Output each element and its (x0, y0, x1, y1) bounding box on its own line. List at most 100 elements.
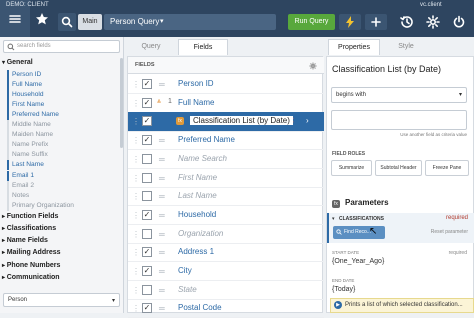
freeze-pane-button[interactable]: Freeze Pane (425, 160, 469, 176)
checkbox[interactable]: ✓ (142, 303, 152, 314)
sidebar-item[interactable]: First Name (7, 100, 119, 111)
summarize-button[interactable]: Summarize (331, 160, 372, 176)
sort-icon[interactable]: ═ (159, 80, 165, 89)
find-records-label: Find Reco... (344, 229, 371, 235)
sidebar-item[interactable]: Person ID (7, 70, 119, 80)
sort-icon[interactable]: ═ (159, 286, 165, 295)
add-button[interactable] (365, 14, 387, 30)
sidebar-item[interactable]: Preferred Name (7, 110, 119, 121)
search-fields-input[interactable]: search fields (3, 40, 120, 53)
checkbox[interactable] (142, 284, 152, 295)
sidebar-item[interactable]: Name Prefix (7, 140, 119, 151)
checkbox[interactable]: ✓ (142, 116, 152, 127)
field-label[interactable]: State (178, 285, 197, 294)
reset-parameter-link[interactable]: Reset parameter (431, 229, 468, 235)
field-label[interactable]: Preferred Name (178, 135, 235, 144)
subtotal-header-button[interactable]: Subtotal Header (375, 160, 422, 176)
sort-icon[interactable]: ⩓ (157, 98, 161, 106)
run-query-button[interactable]: Run Query (288, 14, 335, 30)
checkbox[interactable] (142, 172, 152, 183)
sort-icon[interactable]: ═ (159, 211, 165, 220)
checkbox[interactable]: ✓ (142, 79, 152, 89)
field-label[interactable]: Address 1 (178, 247, 214, 256)
search-button[interactable] (58, 13, 76, 31)
sidebar-scrollbar[interactable] (120, 58, 123, 148)
settings-button[interactable] (422, 12, 444, 32)
checkbox[interactable]: ✓ (142, 247, 152, 258)
sidebar-item[interactable]: Household (7, 90, 119, 101)
field-row[interactable]: ⋮⋮ ✓ ═ Postal Code (128, 299, 324, 318)
checkbox[interactable] (142, 191, 152, 202)
checkbox[interactable]: ✓ (142, 266, 152, 276)
end-date-value[interactable]: {Today} (332, 286, 355, 293)
logout-button[interactable] (448, 12, 470, 32)
sidebar-item[interactable]: Full Name (7, 80, 119, 91)
field-label[interactable]: City (178, 266, 192, 275)
query-selector[interactable]: Person Query ▾ (104, 14, 276, 30)
field-row[interactable]: ⋮⋮ ✓ ═ Person ID (128, 75, 324, 94)
field-row[interactable]: ⋮⋮ ✓ ⩓ 1 Full Name (128, 94, 324, 113)
operator-select[interactable]: begins with ▾ (331, 87, 467, 103)
sidebar-item[interactable]: Notes (7, 190, 119, 201)
field-row[interactable]: ⋮⋮ ✓ ═ Preferred Name (128, 131, 324, 151)
field-row[interactable]: ⋮⋮ ═ Organization (128, 225, 324, 244)
sidebar-group[interactable]: ▸ Name Fields (2, 237, 48, 244)
start-date-value[interactable]: {One_Year_Ago} (332, 258, 384, 265)
action-button[interactable] (339, 14, 361, 30)
field-row[interactable]: ⋮⋮ ✓ ═ City (128, 262, 324, 281)
field-label[interactable]: First Name (178, 173, 217, 182)
sidebar-item[interactable]: Maiden Name (7, 130, 119, 141)
sidebar-item[interactable]: Name Suffix (7, 150, 119, 161)
field-label[interactable]: Classification List (by Date) (190, 116, 293, 126)
tab-query[interactable]: Query (127, 39, 175, 55)
checkbox[interactable]: ✓ (142, 209, 152, 220)
sort-icon[interactable]: ═ (159, 230, 165, 239)
tab-properties[interactable]: Properties (328, 39, 380, 55)
main-tab[interactable]: Main (78, 14, 102, 30)
sort-icon[interactable]: ═ (159, 136, 165, 145)
field-row[interactable]: ⋮⋮✓fx✕›Classification List (by Date) (128, 112, 324, 133)
sidebar-group[interactable]: ▸ Phone Numbers (2, 262, 60, 269)
sidebar-item[interactable]: Email 1 (7, 170, 119, 181)
field-row[interactable]: ⋮⋮ ✓ ═ Address 1 (128, 243, 324, 263)
field-label[interactable]: Household (178, 210, 216, 219)
sidebar-group[interactable]: ▸ Communication (2, 274, 60, 281)
sort-icon[interactable]: ═ (159, 304, 165, 313)
sidebar-group[interactable]: ▸ Mailing Address (2, 249, 61, 256)
field-label[interactable]: Person ID (178, 79, 214, 88)
sidebar-group-general[interactable]: ▾ General (2, 59, 33, 66)
field-row[interactable]: ⋮⋮ ═ Name Search (128, 150, 324, 169)
field-row[interactable]: ⋮⋮ ✓ ═ Household (128, 206, 324, 225)
sidebar-item[interactable]: Middle Name (7, 120, 119, 131)
sort-icon[interactable]: ═ (159, 267, 165, 276)
checkbox[interactable]: ✓ (142, 97, 152, 108)
field-row[interactable]: ⋮⋮ ═ First Name (128, 169, 324, 188)
sidebar-item[interactable]: Email 2 (7, 180, 119, 191)
field-label[interactable]: Last Name (178, 191, 217, 200)
sidebar-item[interactable]: Primary Organization (7, 200, 119, 211)
history-button[interactable] (396, 12, 418, 32)
entity-select[interactable]: Person ▾ (3, 293, 120, 307)
sort-icon[interactable]: ═ (159, 155, 165, 164)
sort-icon[interactable]: ═ (159, 248, 165, 257)
tab-fields[interactable]: Fields (178, 39, 228, 55)
sort-icon[interactable]: ═ (159, 174, 165, 183)
criteria-input[interactable] (331, 110, 467, 130)
field-label[interactable]: Postal Code (178, 303, 222, 312)
gear-icon[interactable] (309, 62, 317, 70)
criteria-hint[interactable]: Use another field as criteria value (400, 132, 467, 137)
checkbox[interactable] (142, 228, 152, 239)
field-label[interactable]: Name Search (178, 154, 227, 163)
checkbox[interactable] (142, 153, 152, 164)
field-row[interactable]: ⋮⋮ ═ State (128, 281, 324, 300)
chevron-right-icon[interactable]: › (306, 116, 309, 125)
sidebar-group[interactable]: ▸ Classifications (2, 225, 56, 232)
sidebar-group[interactable]: ▸ Function Fields (2, 213, 58, 220)
checkbox[interactable]: ✓ (142, 135, 152, 146)
field-label[interactable]: Full Name (178, 98, 214, 107)
tab-style[interactable]: Style (382, 39, 430, 55)
field-row[interactable]: ⋮⋮ ═ Last Name (128, 187, 324, 207)
field-label[interactable]: Organization (178, 229, 223, 238)
sidebar-item[interactable]: Last Name (7, 160, 119, 171)
sort-icon[interactable]: ═ (159, 192, 165, 201)
